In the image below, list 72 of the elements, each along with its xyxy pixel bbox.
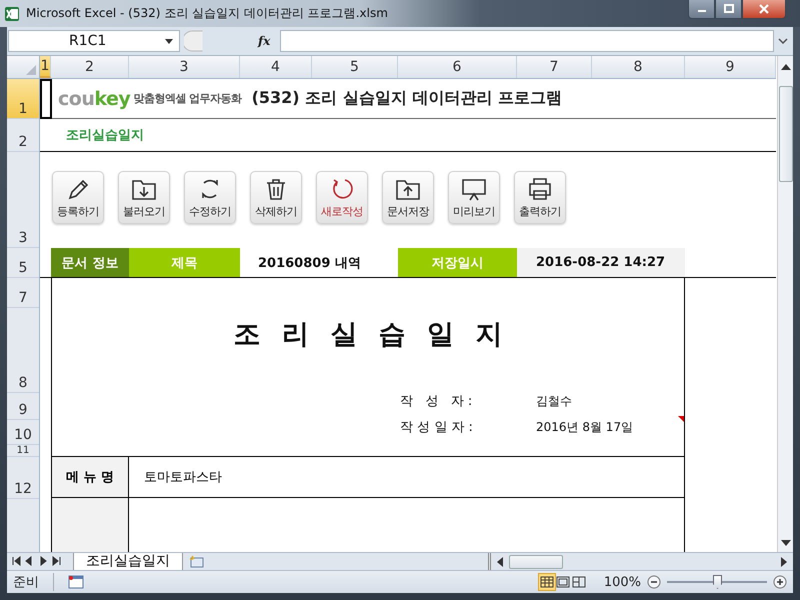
zoom-in-icon[interactable] (773, 575, 787, 589)
zoom-slider[interactable] (667, 575, 767, 589)
printer-icon (526, 175, 554, 203)
close-icon (758, 4, 770, 14)
column-header[interactable]: 5 (312, 56, 398, 78)
minimize-button[interactable] (688, 0, 715, 19)
row-header[interactable]: 7 (7, 278, 39, 308)
excel-icon (4, 6, 20, 22)
zoom-slider-thumb[interactable] (713, 575, 722, 589)
insert-function-button[interactable]: fx (258, 34, 280, 48)
document-title: 조 리 실 습 일 지 (232, 318, 510, 352)
row-header[interactable]: 3 (7, 152, 39, 248)
column-header[interactable]: 8 (592, 56, 685, 78)
pencil-button[interactable]: 등록하기 (52, 171, 104, 224)
column-header[interactable]: 1 (40, 56, 51, 78)
tagline: 맞춤형엑셀 업무자동화 (133, 91, 242, 106)
row-header[interactable]: 2 (7, 119, 39, 152)
row-header[interactable]: 11 (7, 445, 39, 457)
window-title: Microsoft Excel - (532) 조리 실습일지 데이터관리 프로그램.xlsm (26, 5, 388, 22)
column-header[interactable]: 6 (398, 56, 517, 78)
caret-icon (165, 38, 173, 44)
refresh-button[interactable]: 새로작성 (316, 171, 368, 224)
logo: coukey (58, 88, 130, 110)
name-box[interactable]: R1C1 (8, 30, 180, 52)
sheet-tab[interactable]: 조리실습일지 (73, 553, 183, 571)
scroll-up-icon[interactable] (780, 64, 790, 70)
normal-view-button[interactable] (538, 573, 556, 591)
table-header-cell: 메 뉴 명 (52, 457, 129, 497)
close-button[interactable] (742, 0, 786, 19)
table-cell-text: 토마토파스타 (143, 469, 223, 487)
column-header[interactable]: 9 (685, 56, 776, 78)
field-label: 작 성 자 : (400, 393, 474, 410)
column-header[interactable]: 7 (517, 56, 592, 78)
field-label: 작 성 일 자 : (400, 419, 474, 436)
expand-icon[interactable] (778, 38, 788, 44)
field-value: 2016년 8월 17일 (536, 418, 634, 436)
field-value: 2016-08-22 14:27 (517, 248, 685, 277)
row-header[interactable]: 1 (7, 79, 39, 119)
field-value: 20160809 내역 (257, 254, 362, 272)
row-header[interactable]: 12 (7, 457, 39, 499)
maximize-button[interactable] (715, 0, 742, 19)
section-label: 문서 정보 (51, 248, 129, 277)
row-header[interactable]: 9 (7, 393, 39, 420)
monitor-button[interactable]: 미리보기 (448, 171, 500, 224)
macro-record-icon[interactable] (68, 575, 84, 589)
scroll-right-icon[interactable] (781, 556, 787, 566)
row-header[interactable]: 8 (7, 308, 39, 393)
column-header[interactable]: 4 (240, 56, 312, 78)
row-header[interactable]: 10 (7, 420, 39, 445)
sync-button[interactable]: 수정하기 (184, 171, 236, 224)
scroll-thumb[interactable] (509, 554, 563, 568)
column-header[interactable]: 3 (129, 56, 240, 78)
maximize-icon (722, 4, 734, 14)
scroll-down-icon[interactable] (780, 540, 790, 546)
column-header[interactable]: 2 (51, 56, 129, 78)
scroll-thumb[interactable] (778, 86, 792, 182)
status-text: 준비 (13, 573, 54, 591)
zoom-level[interactable]: 100% (604, 574, 641, 590)
trash-button[interactable]: 삭제하기 (250, 171, 302, 224)
selected-cell[interactable] (40, 79, 52, 119)
printer-button[interactable]: 출력하기 (514, 171, 566, 224)
row-header[interactable]: 5 (7, 248, 39, 278)
field-label: 제목 (129, 248, 240, 277)
sheet-subtitle: 조리실습일지 (66, 127, 144, 144)
formula-input[interactable] (280, 30, 774, 52)
formula-divider-icon (184, 30, 203, 52)
field-value: 김철수 (536, 392, 572, 410)
program-title: (532) 조리 실습일지 데이터관리 프로그램 (252, 88, 562, 109)
zoom-out-icon[interactable] (647, 575, 661, 589)
field-label: 저장일시 (398, 248, 517, 277)
scroll-left-icon[interactable] (497, 556, 503, 566)
vertical-scrollbar[interactable] (777, 56, 793, 552)
